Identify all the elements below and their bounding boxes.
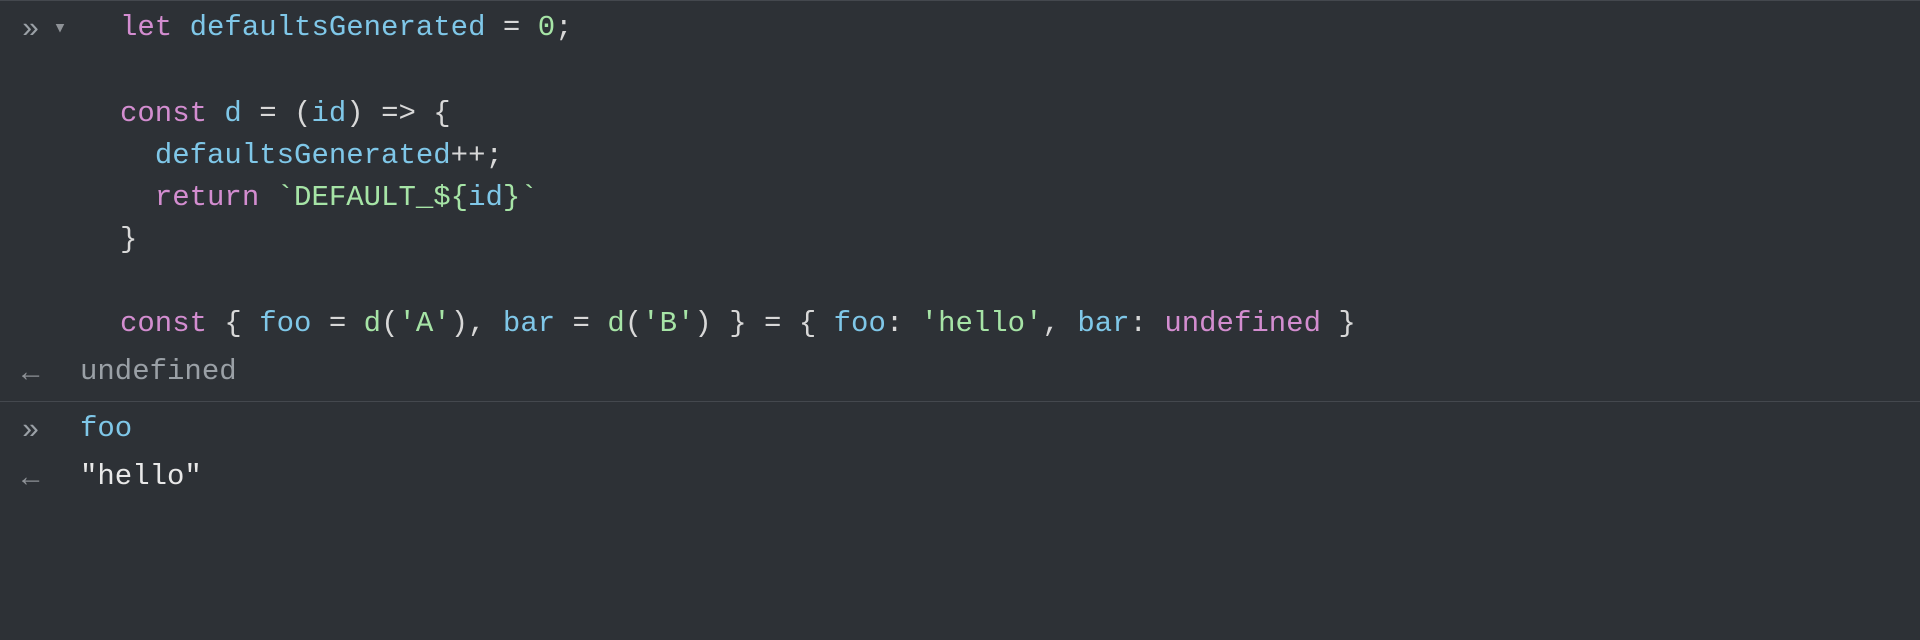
- console-output: undefined: [80, 351, 1920, 393]
- string-literal: 'A': [398, 307, 450, 340]
- number-literal: 0: [538, 11, 555, 44]
- code-input[interactable]: foo: [80, 408, 1920, 450]
- identifier: foo: [80, 412, 132, 445]
- collapse-toggle-icon[interactable]: ▾: [53, 9, 66, 45]
- output-arrow-icon: ←: [22, 353, 39, 395]
- identifier: defaultsGenerated: [190, 11, 486, 44]
- console-output: "hello": [80, 456, 1920, 498]
- code-input[interactable]: let defaultsGenerated = 0;: [80, 7, 1920, 49]
- identifier: d: [224, 97, 241, 130]
- console-entry: » foo ← "hello": [0, 401, 1920, 506]
- keyword-let: let: [120, 11, 172, 44]
- keyword-undefined: undefined: [1164, 307, 1321, 340]
- identifier: defaultsGenerated: [155, 139, 451, 172]
- input-prompt-icon: »: [22, 9, 39, 51]
- input-prompt-icon: »: [22, 410, 39, 452]
- output-arrow-icon: ←: [22, 458, 39, 500]
- console-panel: » ▾ let defaultsGenerated = 0; const d =…: [0, 0, 1920, 640]
- keyword-return: return: [155, 181, 259, 214]
- string-literal: DEFAULT_: [294, 181, 433, 214]
- console-entry: » ▾ let defaultsGenerated = 0; const d =…: [0, 0, 1920, 401]
- keyword-const: const: [120, 97, 207, 130]
